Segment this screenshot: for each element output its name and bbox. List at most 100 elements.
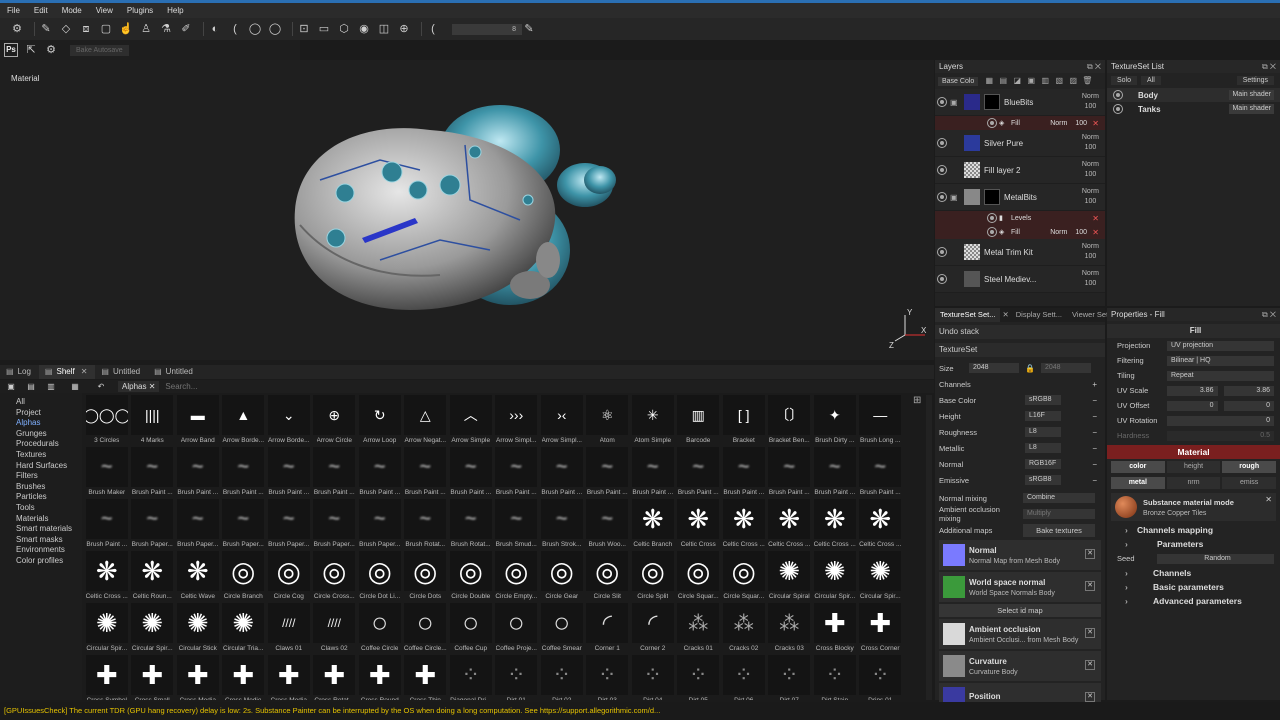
- shelf-thumbnail[interactable]: ⁘: [768, 655, 811, 695]
- substance-material-row[interactable]: Substance material mode Bronze Copper Ti…: [1111, 493, 1276, 521]
- tab-untitled[interactable]: ▤ Untitled: [95, 365, 148, 379]
- shelf-item[interactable]: ~ Brush Smud...: [494, 499, 540, 551]
- category-item[interactable]: All: [0, 397, 82, 408]
- close-icon[interactable]: ✕: [1092, 119, 1099, 128]
- shelf-thumbnail[interactable]: ⚛: [586, 395, 629, 435]
- shelf-thumbnail[interactable]: ✚: [859, 603, 902, 643]
- size-select[interactable]: 2048: [969, 363, 1019, 373]
- blend-mode[interactable]: Norm: [1082, 187, 1099, 197]
- shelf-item[interactable]: ○ Coffee Smear: [539, 603, 585, 655]
- shelf-item[interactable]: ~ Brush Woo...: [585, 499, 631, 551]
- remove-channel-icon[interactable]: −: [1092, 476, 1097, 485]
- shelf-item[interactable]: ~ Brush Paint ...: [630, 447, 676, 499]
- shelf-item[interactable]: ◎ Circle Split: [630, 551, 676, 603]
- textureset-header[interactable]: TextureSet: [935, 343, 1105, 357]
- shelf-item[interactable]: ⁂ Cracks 02: [721, 603, 767, 655]
- effect-opacity[interactable]: 100: [1075, 120, 1087, 127]
- shelf-item[interactable]: ◎ Circle Empty...: [494, 551, 540, 603]
- brush-size-field[interactable]: 8: [452, 23, 522, 35]
- remove-channel-icon[interactable]: −: [1092, 396, 1097, 405]
- shelf-thumbnail[interactable]: ⁘: [813, 655, 856, 695]
- category-item[interactable]: Color profiles: [0, 556, 82, 567]
- category-item[interactable]: Smart masks: [0, 535, 82, 546]
- effect-row[interactable]: ▮ Levels ✕: [935, 211, 1105, 225]
- shelf-item[interactable]: ✚ Cross Small: [130, 655, 176, 700]
- shelf-item[interactable]: ⁘ Dirt 06: [721, 655, 767, 700]
- shelf-item[interactable]: ⊕ Arrow Circle: [312, 395, 358, 447]
- close-icon[interactable]: ✕: [81, 365, 88, 379]
- opacity-value[interactable]: 100: [1082, 279, 1099, 289]
- tab-untitled[interactable]: ▤ Untitled: [148, 365, 201, 379]
- shelf-item[interactable]: ❋ Celtic Cross: [676, 499, 722, 551]
- shelf-thumbnail[interactable]: ◎: [404, 551, 447, 591]
- parameters-section[interactable]: Parameters: [1107, 537, 1280, 551]
- shelf-thumbnail[interactable]: ~: [176, 447, 219, 487]
- map-thumbnail[interactable]: [943, 544, 965, 566]
- shelf-item[interactable]: ~ Brush Rotat...: [448, 499, 494, 551]
- shelf-thumbnail[interactable]: ~: [358, 499, 401, 539]
- shelf-item[interactable]: ~ Brush Rotat...: [403, 499, 449, 551]
- shelf-thumbnail[interactable]: ✺: [813, 551, 856, 591]
- parameter-section[interactable]: Basic parameters: [1107, 580, 1280, 594]
- shelf-thumbnail[interactable]: ~: [404, 447, 447, 487]
- shelf-item[interactable]: ~ Brush Paint ...: [403, 447, 449, 499]
- shelf-thumbnail[interactable]: ~: [267, 447, 310, 487]
- import-icon[interactable]: ▤: [24, 380, 38, 394]
- normal-mixing-select[interactable]: Combine: [1023, 493, 1095, 503]
- shelf-thumbnail[interactable]: ⁘: [722, 655, 765, 695]
- shelf-thumbnail[interactable]: ▲: [222, 395, 265, 435]
- parameter-section[interactable]: Advanced parameters: [1107, 594, 1280, 608]
- shelf-item[interactable]: ◯◯◯ 3 Circles: [84, 395, 130, 447]
- shelf-item[interactable]: ◜ Corner 1: [585, 603, 631, 655]
- category-item[interactable]: Particles: [0, 492, 82, 503]
- shelf-item[interactable]: ✚ Cross Blocky: [812, 603, 858, 655]
- tiling-select[interactable]: Repeat: [1167, 370, 1274, 381]
- shelf-thumbnail[interactable]: ~: [677, 447, 720, 487]
- visibility-eye-icon[interactable]: [937, 274, 947, 284]
- close-icon[interactable]: ✕: [1085, 660, 1095, 670]
- additional-map-entry[interactable]: Normal Normal Map from Mesh Body ✕: [939, 540, 1101, 570]
- textureset-row[interactable]: Tanks Main shader: [1107, 102, 1280, 116]
- category-item[interactable]: Environments: [0, 545, 82, 556]
- channel-toggle-metal[interactable]: metal: [1111, 477, 1165, 489]
- shelf-thumbnail[interactable]: ~: [495, 499, 538, 539]
- 3d-viewport[interactable]: Material Y X Z: [0, 60, 934, 360]
- shelf-item[interactable]: ✚ Cross Media: [175, 655, 221, 700]
- bake-textures-button[interactable]: Bake textures: [1023, 523, 1095, 537]
- shelf-thumbnail[interactable]: ○: [358, 603, 401, 643]
- layer-row[interactable]: Fill layer 2 Norm 100: [935, 157, 1105, 184]
- shelf-thumbnail[interactable]: ❋: [631, 499, 674, 539]
- blend-mode[interactable]: Norm: [1082, 160, 1099, 170]
- shelf-thumbnail[interactable]: ›››: [495, 395, 538, 435]
- category-item[interactable]: Filters: [0, 471, 82, 482]
- close-icon[interactable]: ✕: [1092, 214, 1099, 223]
- shelf-item[interactable]: ❋ Celtic Branch: [630, 499, 676, 551]
- shelf-item[interactable]: ~ Brush Paint ...: [494, 447, 540, 499]
- shelf-item[interactable]: ⁘ Dirt 07: [767, 655, 813, 700]
- shelf-item[interactable]: ◎ Circle Gear: [539, 551, 585, 603]
- add-folder-icon[interactable]: ▥: [1040, 76, 1050, 86]
- tab-log[interactable]: ▤ Log: [0, 365, 39, 379]
- shelf-thumbnail[interactable]: ❋: [722, 499, 765, 539]
- shelf-thumbnail[interactable]: ◎: [358, 551, 401, 591]
- shelf-item[interactable]: ⁘ Drips 01: [858, 655, 904, 700]
- shelf-thumbnail[interactable]: ||||: [131, 395, 174, 435]
- paint-mode-icon[interactable]: ⚙: [10, 22, 24, 36]
- remove-channel-icon[interactable]: −: [1092, 428, 1097, 437]
- opacity-value[interactable]: 100: [1082, 143, 1099, 153]
- remove-channel-icon[interactable]: −: [1092, 444, 1097, 453]
- shelf-item[interactable]: ⁘ Dirt 03: [585, 655, 631, 700]
- shelf-thumbnail[interactable]: ◜: [586, 603, 629, 643]
- projection-icon[interactable]: ⧈: [79, 22, 93, 36]
- smudge-icon[interactable]: ☝: [119, 22, 133, 36]
- channel-toggle-height[interactable]: height: [1166, 461, 1221, 473]
- material-picker-icon[interactable]: ⚗: [159, 22, 173, 36]
- panel-controls-icon[interactable]: ⧉ ✕: [1087, 60, 1101, 73]
- layer-row[interactable]: ▣ MetalBits Norm 100: [935, 184, 1105, 211]
- shelf-item[interactable]: ~ Brush Paper...: [266, 499, 312, 551]
- shelf-thumbnail[interactable]: ✚: [131, 655, 174, 695]
- instance-icon[interactable]: ▨: [1068, 76, 1078, 86]
- uv-offset-slider[interactable]: 0: [1167, 400, 1218, 411]
- blend-mode[interactable]: Norm: [1082, 92, 1099, 102]
- shelf-thumbnail[interactable]: ❋: [176, 551, 219, 591]
